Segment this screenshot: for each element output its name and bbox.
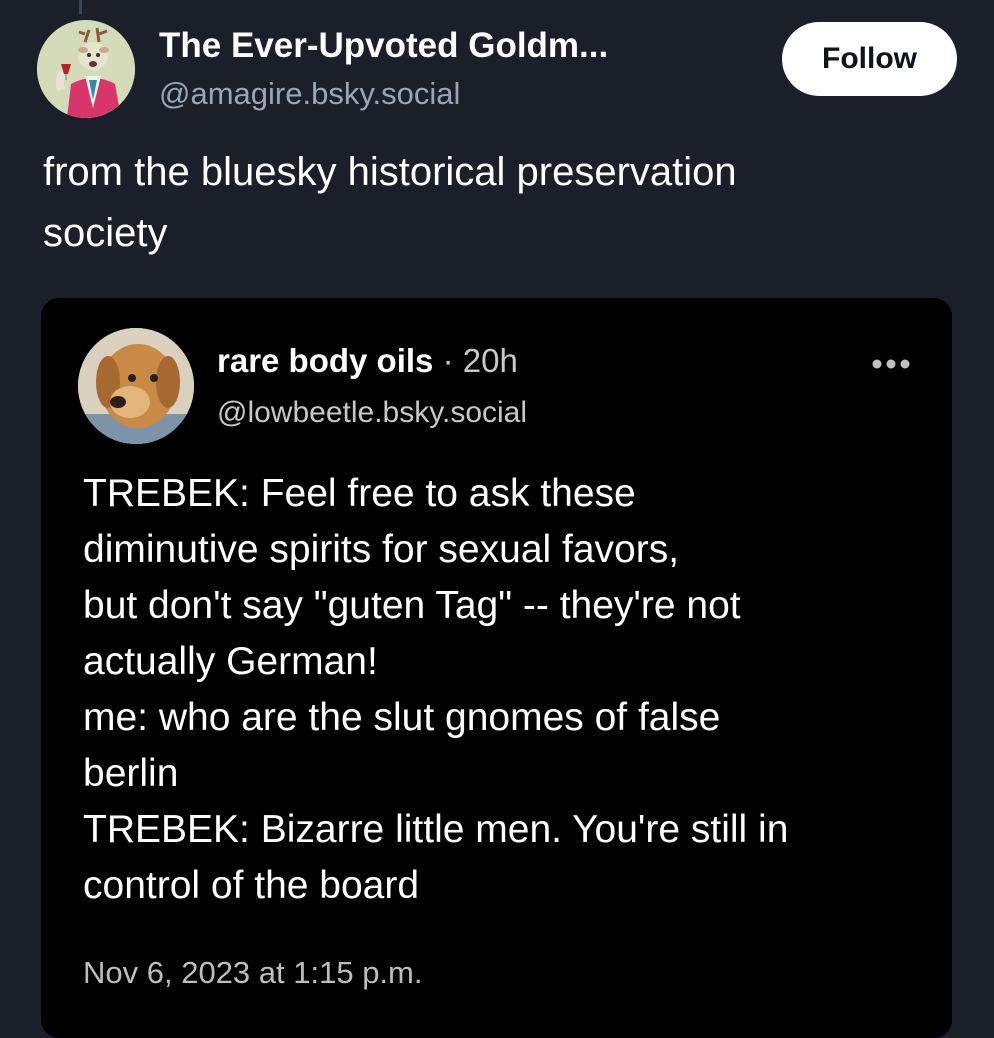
more-options-button[interactable] (869, 356, 913, 372)
dog-avatar-photo (78, 328, 194, 444)
quoted-author-name[interactable]: rare body oils (217, 342, 433, 379)
quoted-post-card[interactable]: rare body oils · 20h @lowbeetle.bsky.soc… (41, 298, 952, 1038)
follow-button[interactable]: Follow (782, 22, 957, 96)
quoted-author-avatar[interactable] (78, 328, 194, 444)
quoted-text-line: TREBEK: Bizarre little men. You're still… (83, 808, 789, 851)
ellipsis-icon (872, 359, 910, 369)
author-name[interactable]: The Ever-Upvoted Goldm... (159, 26, 608, 66)
quoted-post-date: Nov 6, 2023 at 1:15 p.m. (83, 955, 423, 990)
quoted-text-line: berlin (83, 752, 179, 795)
post-text: from the bluesky historical preservation… (43, 142, 943, 264)
post-text-line: society (43, 211, 168, 255)
quoted-text-line: TREBEK: Feel free to ask these (83, 472, 636, 515)
post: The Ever-Upvoted Goldm... @amagire.bsky.… (0, 0, 994, 1038)
quoted-post-text: TREBEK: Feel free to ask these diminutiv… (83, 466, 933, 914)
quoted-text-line: me: who are the slut gnomes of false (83, 696, 721, 739)
quoted-text-line: but don't say "guten Tag" -- they're not (83, 584, 741, 627)
quoted-text-line: actually German! (83, 640, 378, 683)
author-avatar[interactable] (37, 20, 135, 118)
meta-separator: · (433, 342, 463, 379)
quoted-author-row: rare body oils · 20h (217, 342, 518, 380)
author-handle[interactable]: @amagire.bsky.social (159, 76, 460, 112)
deer-avatar-illustration (37, 20, 135, 118)
quoted-post-time: 20h (462, 342, 518, 379)
quoted-author-handle[interactable]: @lowbeetle.bsky.social (217, 396, 527, 430)
quoted-text-line: control of the board (83, 864, 420, 907)
quoted-text-line: diminutive spirits for sexual favors, (83, 528, 680, 571)
post-text-line: from the bluesky historical preservation (43, 150, 737, 194)
